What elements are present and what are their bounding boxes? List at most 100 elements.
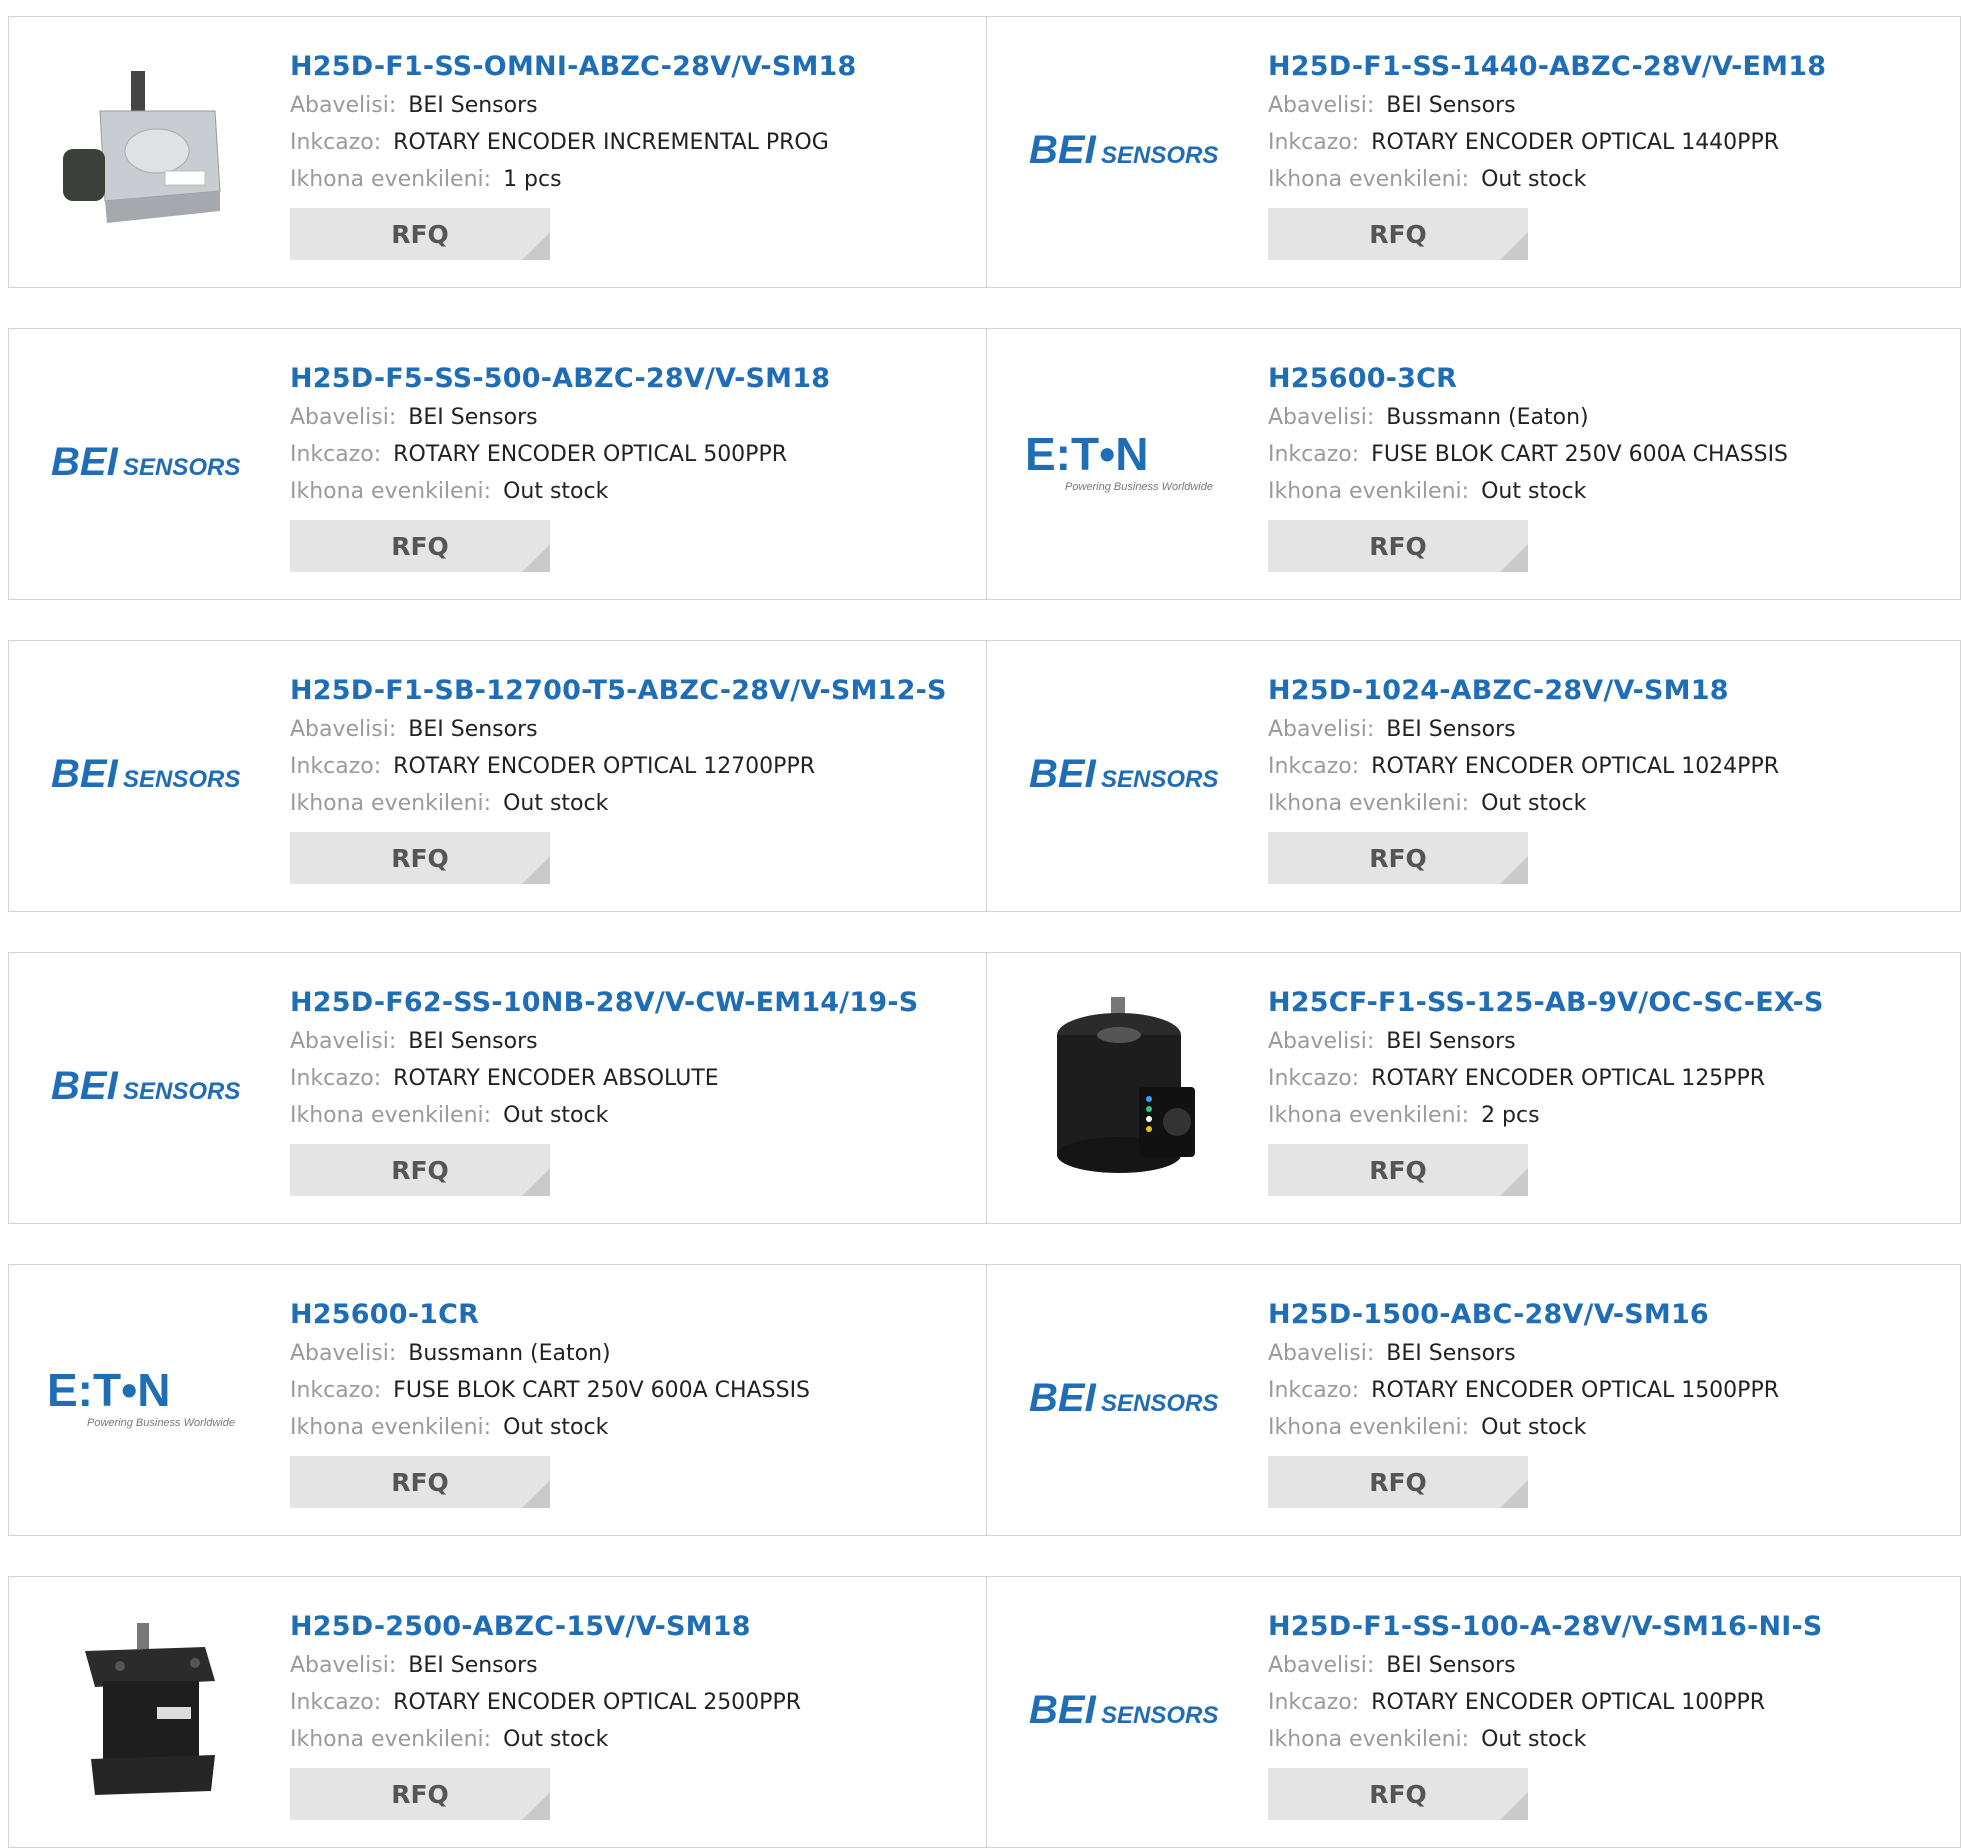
- description-value: ROTARY ENCODER INCREMENTAL PROG: [393, 130, 829, 155]
- product-title-link[interactable]: H25D-F62-SS-10NB-28V/V-CW-EM14/19-S: [290, 983, 918, 1023]
- product-info: H25D-F1-SB-12700-T5-ABZC-28V/V-SM12-S Ab…: [290, 671, 947, 884]
- product-card: BEI SENSORS H25D-1024-ABZC-28V/V-SM18 Ab…: [986, 641, 1961, 911]
- stock-row: Ikhona evenkileni: 2 pcs: [1268, 1097, 1824, 1134]
- stock-value: Out stock: [503, 1103, 609, 1128]
- svg-text:E:T•N: E:T•N: [1025, 428, 1148, 480]
- product-image[interactable]: BEI SENSORS: [39, 669, 251, 881]
- stock-row: Ikhona evenkileni: Out stock: [290, 1409, 810, 1446]
- rfq-button[interactable]: RFQ: [290, 208, 550, 260]
- stock-label: Ikhona evenkileni:: [1268, 791, 1470, 816]
- product-image[interactable]: E:T•N Powering Business Worldwide: [1017, 357, 1229, 569]
- bei-sensors-logo: BEI SENSORS: [51, 1064, 240, 1108]
- description-row: Inkcazo: ROTARY ENCODER ABSOLUTE: [290, 1060, 918, 1097]
- stock-label: Ikhona evenkileni:: [1268, 1727, 1470, 1752]
- svg-text:Powering Business Worldwide: Powering Business Worldwide: [1065, 481, 1213, 493]
- description-row: Inkcazo: FUSE BLOK CART 250V 600A CHASSIS: [1268, 436, 1788, 473]
- manufacturer-value: BEI Sensors: [1386, 1029, 1516, 1054]
- description-label: Inkcazo:: [1268, 1066, 1360, 1091]
- stock-value: Out stock: [1481, 167, 1587, 192]
- product-title-link[interactable]: H25D-1024-ABZC-28V/V-SM18: [1268, 671, 1779, 711]
- rfq-button-label: RFQ: [391, 843, 449, 873]
- product-title-link[interactable]: H25600-3CR: [1268, 359, 1788, 399]
- product-card: H25CF-F1-SS-125-AB-9V/OC-SC-EX-S Abaveli…: [986, 953, 1961, 1223]
- encoder-photo: [1057, 997, 1195, 1173]
- product-title-link[interactable]: H25D-F1-SS-OMNI-ABZC-28V/V-SM18: [290, 47, 857, 87]
- svg-text:SENSORS: SENSORS: [1101, 1390, 1218, 1417]
- description-row: Inkcazo: ROTARY ENCODER OPTICAL 1500PPR: [1268, 1372, 1779, 1409]
- svg-text:BEI: BEI: [1029, 1688, 1097, 1732]
- rfq-button[interactable]: RFQ: [1268, 208, 1528, 260]
- manufacturer-row: Abavelisi: BEI Sensors: [290, 1647, 801, 1684]
- svg-text:SENSORS: SENSORS: [123, 454, 240, 481]
- product-title-link[interactable]: H25600-1CR: [290, 1295, 810, 1335]
- manufacturer-row: Abavelisi: Bussmann (Eaton): [1268, 399, 1788, 436]
- description-value: ROTARY ENCODER OPTICAL 12700PPR: [393, 754, 815, 779]
- product-card: BEI SENSORS H25D-F62-SS-10NB-28V/V-CW-EM…: [9, 953, 986, 1223]
- description-row: Inkcazo: ROTARY ENCODER OPTICAL 2500PPR: [290, 1684, 801, 1721]
- product-row: H25D-2500-ABZC-15V/V-SM18 Abavelisi: BEI …: [8, 1576, 1961, 1848]
- rfq-button-label: RFQ: [391, 219, 449, 249]
- product-image[interactable]: BEI SENSORS: [1017, 669, 1229, 881]
- manufacturer-value: BEI Sensors: [1386, 1653, 1516, 1678]
- product-image[interactable]: BEI SENSORS: [39, 981, 251, 1193]
- rfq-button[interactable]: RFQ: [1268, 832, 1528, 884]
- product-image[interactable]: E:T•N Powering Business Worldwide: [39, 1293, 251, 1505]
- rfq-button[interactable]: RFQ: [290, 1768, 550, 1820]
- product-image[interactable]: [39, 1605, 251, 1817]
- stock-value: Out stock: [1481, 791, 1587, 816]
- rfq-button[interactable]: RFQ: [1268, 520, 1528, 572]
- rfq-button[interactable]: RFQ: [290, 1456, 550, 1508]
- rfq-button[interactable]: RFQ: [290, 832, 550, 884]
- rfq-button[interactable]: RFQ: [1268, 1768, 1528, 1820]
- bei-sensors-logo: BEI SENSORS: [1029, 128, 1218, 172]
- product-card: E:T•N Powering Business Worldwide H25600…: [9, 1265, 986, 1535]
- product-title-link[interactable]: H25D-F1-SS-100-A-28V/V-SM16-NI-S: [1268, 1607, 1823, 1647]
- manufacturer-label: Abavelisi:: [290, 717, 397, 742]
- product-image[interactable]: BEI SENSORS: [1017, 1293, 1229, 1505]
- stock-row: Ikhona evenkileni: Out stock: [290, 473, 830, 510]
- rfq-button[interactable]: RFQ: [290, 1144, 550, 1196]
- product-title-link[interactable]: H25CF-F1-SS-125-AB-9V/OC-SC-EX-S: [1268, 983, 1824, 1023]
- product-info: H25D-1500-ABC-28V/V-SM16 Abavelisi: BEI S…: [1268, 1295, 1779, 1508]
- product-title-link[interactable]: H25D-F1-SS-1440-ABZC-28V/V-EM18: [1268, 47, 1826, 87]
- product-title-link[interactable]: H25D-F5-SS-500-ABZC-28V/V-SM18: [290, 359, 830, 399]
- manufacturer-label: Abavelisi:: [290, 93, 397, 118]
- product-title-link[interactable]: H25D-1500-ABC-28V/V-SM16: [1268, 1295, 1779, 1335]
- svg-text:SENSORS: SENSORS: [123, 1078, 240, 1105]
- product-image[interactable]: [1017, 981, 1229, 1193]
- product-image[interactable]: BEI SENSORS: [39, 357, 251, 569]
- manufacturer-value: Bussmann (Eaton): [408, 1341, 611, 1366]
- rfq-button[interactable]: RFQ: [1268, 1456, 1528, 1508]
- stock-value: Out stock: [503, 791, 609, 816]
- manufacturer-value: BEI Sensors: [408, 93, 538, 118]
- product-title-link[interactable]: H25D-2500-ABZC-15V/V-SM18: [290, 1607, 801, 1647]
- rfq-button[interactable]: RFQ: [1268, 1144, 1528, 1196]
- manufacturer-label: Abavelisi:: [1268, 1029, 1375, 1054]
- description-row: Inkcazo: ROTARY ENCODER OPTICAL 100PPR: [1268, 1684, 1823, 1721]
- eaton-logo: E:T•N Powering Business Worldwide: [1025, 428, 1213, 493]
- rfq-button-label: RFQ: [391, 531, 449, 561]
- manufacturer-value: BEI Sensors: [1386, 1341, 1516, 1366]
- product-image[interactable]: BEI SENSORS: [1017, 45, 1229, 257]
- manufacturer-row: Abavelisi: BEI Sensors: [290, 711, 947, 748]
- product-info: H25D-2500-ABZC-15V/V-SM18 Abavelisi: BEI …: [290, 1607, 801, 1820]
- bei-sensors-logo: BEI SENSORS: [1029, 752, 1218, 796]
- product-info: H25D-F1-SS-OMNI-ABZC-28V/V-SM18 Abavelis…: [290, 47, 857, 260]
- corner-triangle-icon: [1500, 544, 1528, 572]
- manufacturer-label: Abavelisi:: [290, 1029, 397, 1054]
- corner-triangle-icon: [1500, 1480, 1528, 1508]
- product-row: E:T•N Powering Business Worldwide H25600…: [8, 1264, 1961, 1536]
- stock-label: Ikhona evenkileni:: [290, 791, 492, 816]
- manufacturer-label: Abavelisi:: [290, 1653, 397, 1678]
- product-title-link[interactable]: H25D-F1-SB-12700-T5-ABZC-28V/V-SM12-S: [290, 671, 947, 711]
- manufacturer-row: Abavelisi: BEI Sensors: [290, 1023, 918, 1060]
- manufacturer-value: BEI Sensors: [408, 1653, 538, 1678]
- stock-label: Ikhona evenkileni:: [290, 479, 492, 504]
- manufacturer-row: Abavelisi: BEI Sensors: [1268, 87, 1826, 124]
- rfq-button[interactable]: RFQ: [290, 520, 550, 572]
- svg-text:BEI: BEI: [51, 440, 119, 484]
- product-image[interactable]: BEI SENSORS: [1017, 1605, 1229, 1817]
- product-card: H25D-2500-ABZC-15V/V-SM18 Abavelisi: BEI …: [9, 1577, 986, 1847]
- product-card: BEI SENSORS H25D-F1-SS-100-A-28V/V-SM16-…: [986, 1577, 1961, 1847]
- product-image[interactable]: [39, 45, 251, 257]
